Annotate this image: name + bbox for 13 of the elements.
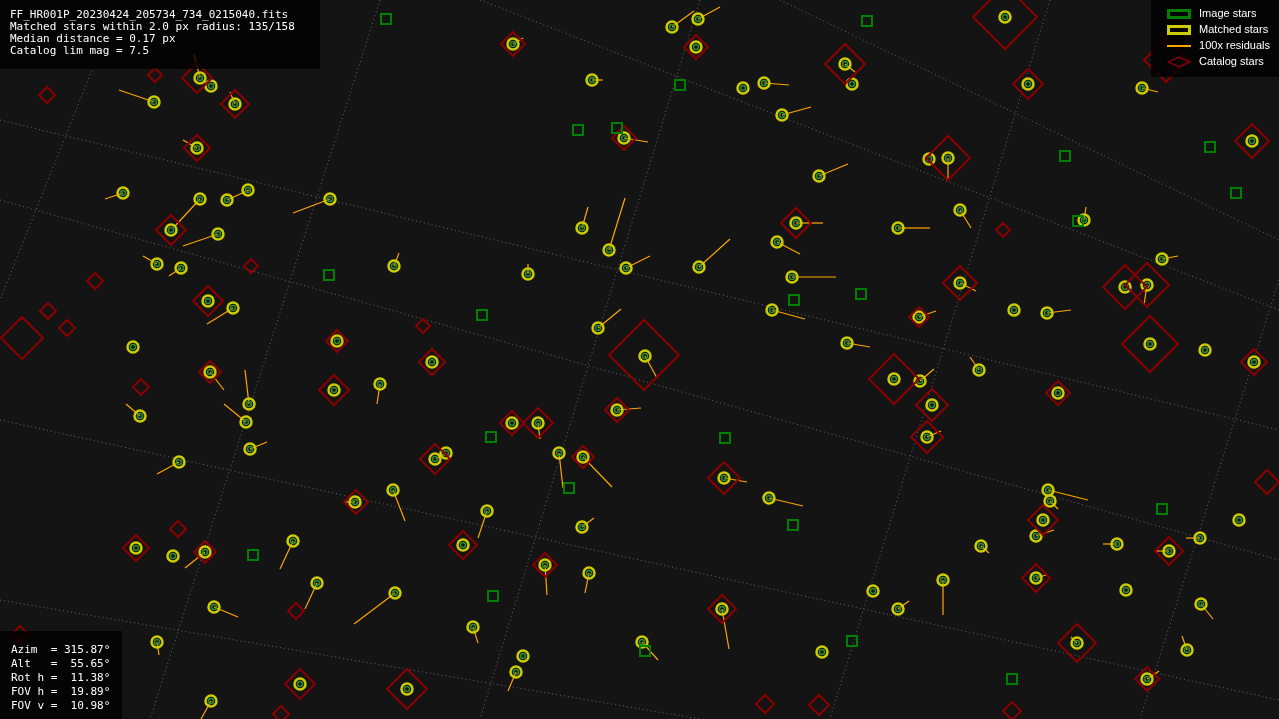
- legend-label: Image stars: [1199, 6, 1257, 21]
- info-line: Median distance = 0.17 px: [10, 33, 177, 45]
- pointing-line: Rot h = 11.38°: [11, 671, 110, 685]
- pointing-line: FOV h = 19.89°: [11, 685, 110, 699]
- info-line: FF_HR001P_20230424_205734_734_0215040.fits: [10, 9, 290, 21]
- info-line: Catalog lim mag = 7.5: [10, 45, 151, 57]
- info-line: Matched stars within 2.0 px radius: 135/158: [10, 21, 296, 33]
- pointing-line: Azim = 315.87°: [11, 643, 110, 657]
- legend-label: 100x residuals: [1199, 38, 1270, 53]
- pointing-line: Alt = 55.65°: [11, 657, 110, 671]
- legend-label: Matched stars: [1199, 22, 1269, 37]
- pointing-line: FOV v = 10.98°: [11, 699, 110, 713]
- legend-label: Catalog stars: [1199, 54, 1264, 69]
